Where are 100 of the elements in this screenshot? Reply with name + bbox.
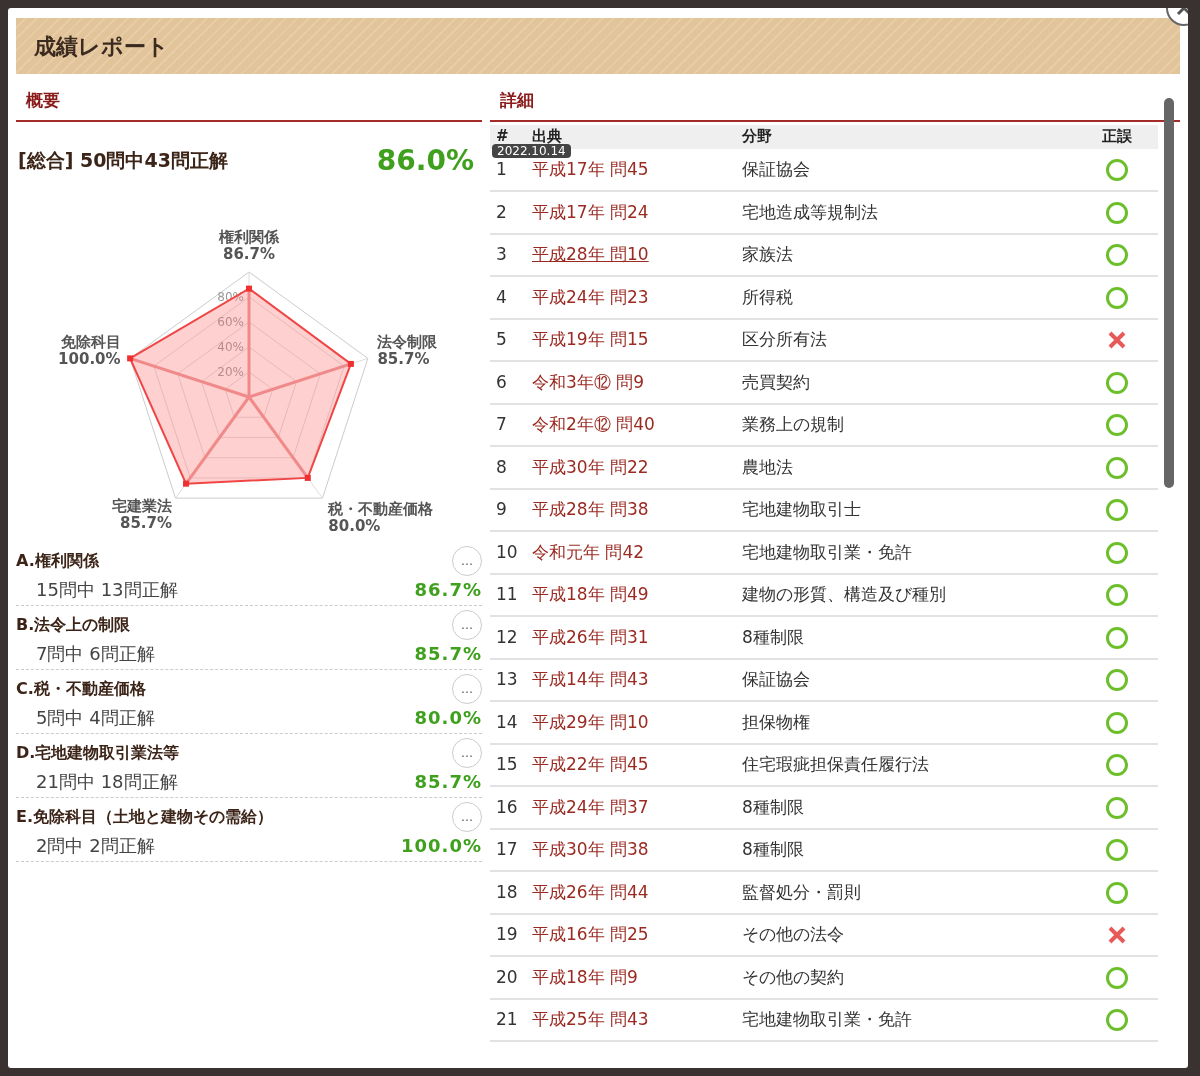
field-cell: 保証協会 <box>736 148 1076 191</box>
scrollbar[interactable] <box>1164 98 1174 488</box>
field-cell: 建物の形質、構造及び種別 <box>736 573 1076 616</box>
row-number: 19 <box>490 913 526 956</box>
source-link[interactable]: 平成26年 問44 <box>532 881 649 902</box>
source-link[interactable]: 平成24年 問23 <box>532 286 649 307</box>
category-rate: 80.0% <box>414 705 482 730</box>
category-rate: 86.7% <box>414 577 482 602</box>
category-name: E.免除科目（土地と建物その需給） <box>16 805 273 828</box>
source-link[interactable]: 平成26年 問31 <box>532 626 649 647</box>
data-point <box>246 285 252 292</box>
tick-label: 20% <box>217 364 244 379</box>
column-header: 正誤 <box>1076 124 1158 149</box>
axis-label: 権利関係 <box>219 227 279 246</box>
row-number: 18 <box>490 871 526 914</box>
source-link[interactable]: 平成30年 問22 <box>532 456 649 477</box>
row-number: 11 <box>490 573 526 616</box>
row-number: 14 <box>490 701 526 744</box>
column-header: 分野 <box>736 124 1076 149</box>
source-link[interactable]: 平成25年 問43 <box>532 1009 649 1029</box>
source-link[interactable]: 令和2年⑫ 問40 <box>532 414 655 434</box>
more-button[interactable]: … <box>452 545 482 576</box>
category-count: 7問中 6問正解 <box>35 641 155 666</box>
row-number: 13 <box>490 658 526 701</box>
row-number: 7 <box>490 403 526 446</box>
source-link[interactable]: 令和元年 問42 <box>532 541 645 562</box>
more-button[interactable]: … <box>452 673 482 704</box>
source-link[interactable]: 平成18年 問49 <box>532 584 649 604</box>
row-number: 8 <box>490 446 526 489</box>
field-cell: その他の法令 <box>736 913 1076 956</box>
axis-value: 80.0% <box>328 516 381 535</box>
axis-value: 86.7% <box>223 244 275 263</box>
data-point <box>127 354 134 361</box>
row-number: 12 <box>490 616 526 659</box>
axis-label: 税・不動産価格 <box>328 499 434 518</box>
more-button[interactable]: … <box>452 801 482 832</box>
section-heading: 概要 <box>16 88 482 122</box>
source-link[interactable]: 平成28年 問10 <box>532 244 649 264</box>
category-count: 2問中 2問正解 <box>35 833 155 858</box>
source-link[interactable]: 平成22年 問45 <box>532 754 649 774</box>
category-name: B.法令上の制限 <box>16 613 131 636</box>
row-number: 17 <box>490 828 526 871</box>
field-cell: その他の契約 <box>736 956 1076 999</box>
field-cell: 宅地造成等規制法 <box>736 191 1076 234</box>
row-number: 15 <box>490 743 526 786</box>
row-number: 4 <box>490 276 526 319</box>
field-cell: 宅地建物取引業・免許 <box>736 998 1076 1041</box>
axis-value: 85.7% <box>119 513 172 532</box>
field-cell: 担保物権 <box>736 701 1076 744</box>
field-cell: 所得税 <box>736 276 1076 319</box>
field-cell: 8種制限 <box>736 786 1076 829</box>
source-link[interactable]: 平成17年 問24 <box>532 201 649 222</box>
total-rate: 86.0% <box>376 142 474 179</box>
row-number: 6 <box>490 361 526 404</box>
source-link[interactable]: 平成29年 問10 <box>532 711 649 732</box>
source-link[interactable]: 平成16年 問25 <box>532 924 649 944</box>
row-number: 20 <box>490 956 526 999</box>
row-number: 9 <box>490 488 526 531</box>
axis-label: 法令制限 <box>377 332 438 351</box>
data-point <box>304 474 311 481</box>
field-cell: 宅地建物取引業・免許 <box>736 531 1076 574</box>
source-link[interactable]: 平成18年 問9 <box>532 966 638 987</box>
row-number: 2 <box>490 191 526 234</box>
more-button[interactable]: … <box>452 609 482 640</box>
category-count: 5問中 4問正解 <box>35 705 155 730</box>
field-cell: 家族法 <box>736 233 1076 276</box>
axis-value: 85.7% <box>377 349 430 368</box>
field-cell: 区分所有法 <box>736 318 1076 361</box>
row-number: 21 <box>490 998 526 1041</box>
row-number: 16 <box>490 786 526 829</box>
field-cell: 農地法 <box>736 446 1076 489</box>
field-cell: 8種制限 <box>736 828 1076 871</box>
more-button[interactable]: … <box>452 737 482 768</box>
source-link[interactable]: 平成30年 問38 <box>532 839 649 859</box>
source-link[interactable]: 平成24年 問37 <box>532 796 649 817</box>
category-name: A.権利関係 <box>16 549 99 572</box>
source-link[interactable]: 平成14年 問43 <box>532 669 649 689</box>
axis-value: 100.0% <box>58 349 121 368</box>
category-name: D.宅地建物取引業法等 <box>16 741 180 764</box>
category-count: 21問中 18問正解 <box>35 769 178 794</box>
field-cell: 業務上の規制 <box>736 403 1076 446</box>
data-point <box>183 480 190 487</box>
row-number: 3 <box>490 233 526 276</box>
category-rate: 85.7% <box>414 769 482 794</box>
category-rate: 100.0% <box>401 833 482 858</box>
source-link[interactable]: 平成17年 問45 <box>532 158 649 179</box>
total-score: [総合] 50問中43問正解 <box>18 148 228 174</box>
source-link[interactable]: 令和3年⑫ 問9 <box>532 371 645 392</box>
field-cell: 宅地建物取引士 <box>736 488 1076 531</box>
field-cell: 8種制限 <box>736 616 1076 659</box>
source-link[interactable]: 平成19年 問15 <box>532 329 649 349</box>
axis-label: 免除科目 <box>60 332 121 351</box>
category-name: C.税・不動産価格 <box>16 677 146 700</box>
axis-label: 宅建業法 <box>112 496 172 515</box>
source-link[interactable]: 平成28年 問38 <box>532 499 649 519</box>
field-cell: 保証協会 <box>736 658 1076 701</box>
field-cell: 売買契約 <box>736 361 1076 404</box>
row-number: 5 <box>490 318 526 361</box>
category-count: 15問中 13問正解 <box>35 577 178 602</box>
field-cell: 監督処分・罰則 <box>736 871 1076 914</box>
